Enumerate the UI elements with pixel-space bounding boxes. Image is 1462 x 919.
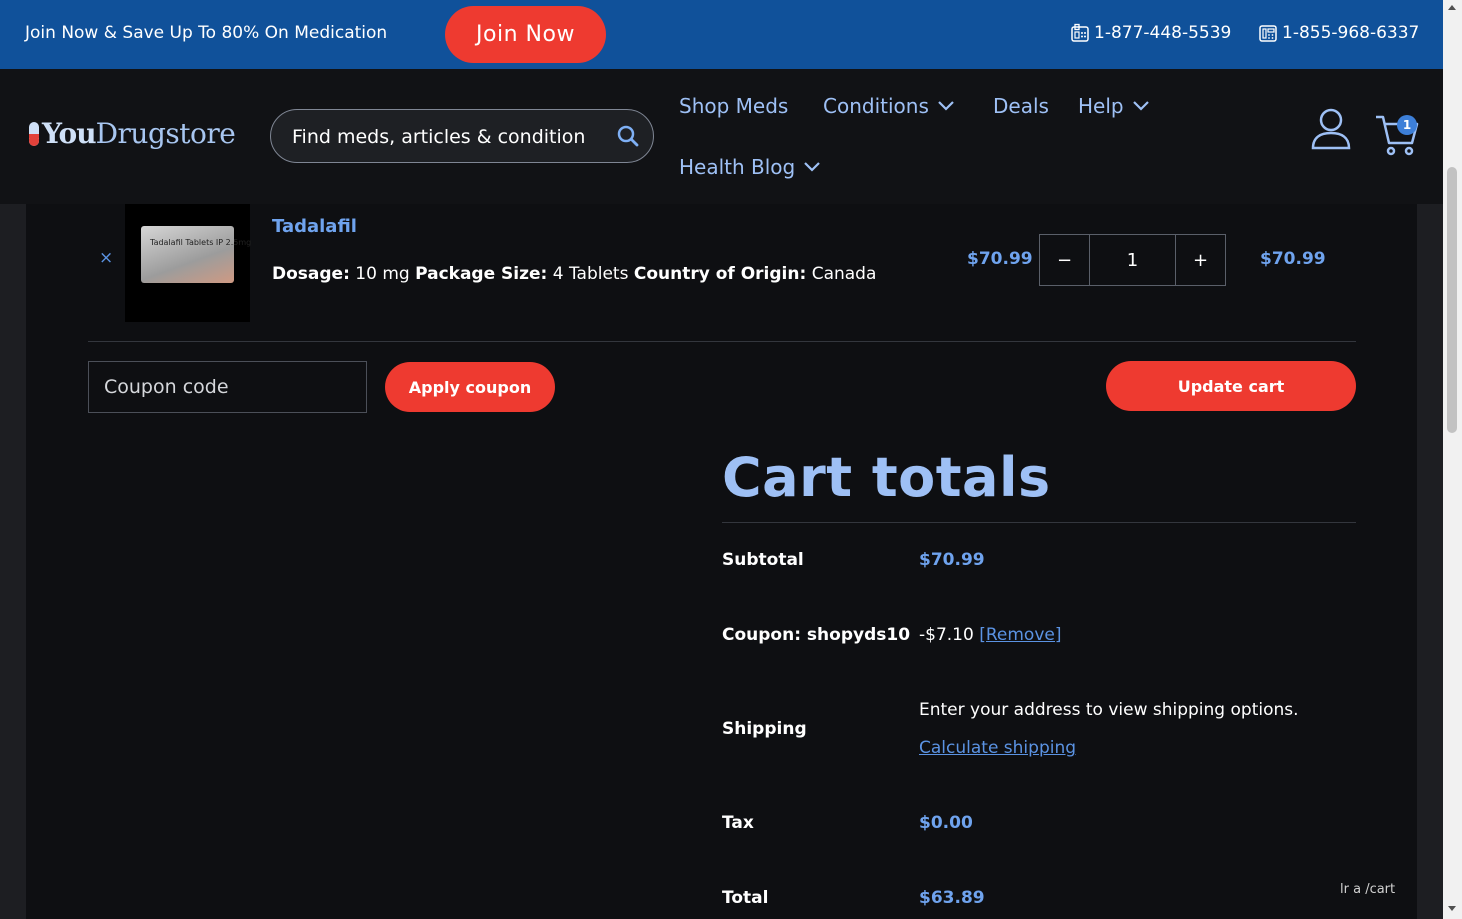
cart-totals-title: Cart totals	[722, 446, 1051, 509]
nav-help[interactable]: Help	[1078, 94, 1150, 118]
logo-you-text: You	[42, 117, 97, 150]
status-bar-url: lr a /cart	[1340, 882, 1396, 897]
join-now-button[interactable]: Join Now	[445, 6, 606, 63]
product-box-label: Tadalafil Tablets IP 2.5mg	[150, 238, 252, 247]
apply-coupon-button[interactable]: Apply coupon	[385, 362, 555, 412]
subtotal-label: Subtotal	[722, 550, 804, 570]
chevron-down-icon	[1132, 101, 1149, 111]
coupon-placeholder: Coupon code	[104, 376, 229, 398]
product-meta: Dosage: 10 mg Package Size: 4 Tablets Co…	[272, 264, 876, 284]
remove-item-button[interactable]: ×	[99, 248, 113, 268]
coupon-label: Coupon: shopyds10	[722, 625, 911, 645]
phone-link-1[interactable]: 1-877-448-5539	[1070, 23, 1231, 43]
product-thumbnail[interactable]: Tadalafil Tablets IP 2.5mg	[125, 204, 251, 322]
origin-label: Country of Origin:	[633, 264, 807, 284]
search-icon[interactable]	[616, 124, 640, 148]
nav-deals[interactable]: Deals	[993, 94, 1049, 118]
package-label: Package Size:	[415, 264, 548, 284]
phone-link-2[interactable]: 1-855-968-6337	[1258, 23, 1419, 43]
coupon-row: -$7.10 [Remove]	[919, 625, 1061, 645]
dosage-label: Dosage:	[272, 264, 350, 284]
tax-label: Tax	[722, 813, 754, 833]
fax-icon	[1259, 25, 1277, 42]
shipping-text: Enter your address to view shipping opti…	[919, 700, 1299, 720]
item-price: $70.99	[967, 249, 1033, 269]
nav-shop-meds-label: Shop Meds	[679, 94, 789, 118]
chevron-down-icon	[938, 101, 954, 111]
remove-coupon-link[interactable]: [Remove]	[979, 625, 1061, 645]
scroll-thumb[interactable]	[1447, 167, 1457, 433]
promo-bar: Join Now & Save Up To 80% On Medication …	[0, 0, 1443, 69]
search-bar[interactable]: Find meds, articles & condition	[270, 109, 654, 163]
update-cart-button[interactable]: Update cart	[1106, 361, 1356, 411]
divider	[722, 522, 1356, 523]
nav-health-blog-label: Health Blog	[679, 155, 796, 179]
phone-icon	[1071, 23, 1089, 42]
divider	[88, 341, 1356, 342]
dosage-value: 10 mg	[355, 264, 410, 284]
product-box-image: Tadalafil Tablets IP 2.5mg	[141, 226, 251, 283]
quantity-input[interactable]: 1	[1089, 235, 1176, 285]
quantity-stepper: − 1 +	[1039, 234, 1226, 286]
origin-value: Canada	[811, 264, 877, 284]
search-input[interactable]: Find meds, articles & condition	[292, 126, 585, 148]
logo-drugstore-text: Drugstore	[95, 117, 236, 150]
total-value: $63.89	[919, 888, 985, 908]
phone-number-1: 1-877-448-5539	[1094, 23, 1232, 43]
phone-number-2: 1-855-968-6337	[1282, 23, 1420, 43]
nav-conditions-label: Conditions	[823, 94, 929, 118]
qty-increase-button[interactable]: +	[1176, 235, 1225, 285]
total-label: Total	[722, 888, 769, 908]
item-subtotal: $70.99	[1260, 249, 1326, 269]
subtotal-value: $70.99	[919, 550, 985, 570]
qty-decrease-button[interactable]: −	[1040, 235, 1089, 285]
capsule-logo-icon	[29, 121, 39, 146]
nav-deals-label: Deals	[993, 94, 1049, 118]
nav-health-blog[interactable]: Health Blog	[679, 155, 821, 179]
nav-conditions[interactable]: Conditions	[823, 94, 955, 118]
chevron-down-icon	[804, 162, 821, 172]
page: Join Now & Save Up To 80% On Medication …	[0, 0, 1462, 919]
tax-value: $0.00	[919, 813, 973, 833]
nav-help-label: Help	[1078, 94, 1124, 118]
promo-text: Join Now & Save Up To 80% On Medication	[25, 23, 388, 43]
site-logo[interactable]: You Drugstore	[26, 117, 236, 150]
scroll-up-arrow-icon[interactable]	[1448, 5, 1456, 10]
package-value: 4 Tablets	[552, 264, 629, 284]
shipping-label: Shipping	[722, 719, 807, 739]
user-account-icon[interactable]	[1310, 107, 1352, 151]
calculate-shipping-link[interactable]: Calculate shipping	[919, 738, 1076, 758]
vertical-scrollbar[interactable]	[1443, 0, 1462, 919]
nav-shop-meds[interactable]: Shop Meds	[679, 94, 788, 118]
scroll-down-arrow-icon[interactable]	[1448, 906, 1456, 911]
coupon-code-input[interactable]: Coupon code	[88, 361, 367, 413]
cart-count-badge: 1	[1397, 115, 1417, 135]
coupon-discount-value: -$7.10	[919, 625, 974, 645]
product-name-link[interactable]: Tadalafil	[272, 216, 357, 237]
